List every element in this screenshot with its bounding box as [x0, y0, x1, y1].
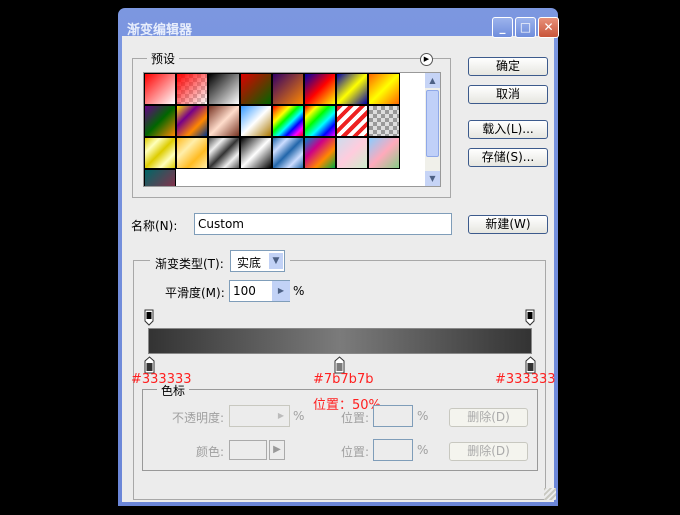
opacity-position-label: 位置: — [341, 411, 370, 425]
scroll-down-button[interactable]: ▼ — [425, 171, 440, 186]
preset-swatch[interactable] — [304, 73, 336, 105]
opacity-stop-right[interactable] — [525, 309, 535, 326]
new-button[interactable]: 新建(W) — [468, 215, 548, 234]
preset-swatch[interactable] — [368, 137, 400, 169]
annotation-right-color: #333333 — [495, 372, 556, 387]
preset-swatch[interactable] — [208, 137, 240, 169]
opacity-stop-left[interactable] — [144, 309, 154, 326]
gradient-type-label: 渐变类型(T): — [155, 257, 224, 271]
smoothness-unit: % — [293, 284, 305, 298]
preset-swatch[interactable] — [144, 169, 176, 186]
color-position-input — [373, 439, 413, 461]
preset-swatch[interactable] — [336, 73, 368, 105]
smoothness-label: 平滑度(M): — [165, 286, 225, 300]
gradient-preview-bar[interactable] — [148, 328, 532, 354]
preset-swatch[interactable] — [368, 73, 400, 105]
window-title: 渐变编辑器 — [127, 23, 193, 38]
presets-menu-icon[interactable]: ▶ — [420, 53, 433, 66]
opacity-unit: % — [293, 409, 305, 423]
color-position-unit: % — [417, 443, 429, 457]
preset-swatch[interactable] — [144, 73, 176, 105]
preset-swatch[interactable] — [144, 105, 176, 137]
annotation-left-color: #333333 — [131, 372, 192, 387]
delete-opacity-stop-button: 删除(D) — [449, 408, 528, 427]
annotation-mid-color: #7b7b7b — [313, 372, 374, 387]
opacity-label: 不透明度: — [172, 411, 225, 425]
preset-swatch[interactable] — [144, 137, 176, 169]
preset-swatch[interactable] — [176, 137, 208, 169]
preset-swatch[interactable] — [240, 105, 272, 137]
slider-arrow-icon[interactable]: ▶ — [272, 281, 290, 301]
color-position-label: 位置: — [341, 445, 370, 459]
preset-swatch[interactable] — [176, 73, 208, 105]
scroll-thumb[interactable] — [426, 90, 439, 157]
slider-arrow-icon: ▶ — [277, 411, 285, 420]
ok-button[interactable]: 确定 — [468, 57, 548, 76]
name-input[interactable] — [194, 213, 452, 235]
presets-grid — [143, 72, 441, 187]
color-label: 颜色: — [196, 445, 225, 459]
color-menu-arrow-icon: ▶ — [269, 440, 285, 460]
preset-swatch[interactable] — [240, 137, 272, 169]
preset-swatch[interactable] — [368, 105, 400, 137]
preset-swatch[interactable] — [272, 73, 304, 105]
preset-swatch[interactable] — [336, 105, 368, 137]
chevron-down-icon: ▼ — [269, 253, 283, 269]
gradient-type-value: 实底 — [237, 256, 262, 270]
preset-swatch[interactable] — [176, 105, 208, 137]
preset-swatch[interactable] — [208, 105, 240, 137]
preset-swatch[interactable] — [304, 137, 336, 169]
minimize-button[interactable]: _ — [492, 17, 513, 38]
color-swatch — [229, 440, 267, 460]
name-label: 名称(N): — [131, 219, 178, 233]
close-button[interactable]: ✕ — [538, 17, 559, 38]
smoothness-value: 100 — [233, 284, 256, 298]
resize-grip[interactable] — [544, 488, 556, 500]
preset-swatch[interactable] — [304, 105, 336, 137]
preset-swatch[interactable] — [272, 137, 304, 169]
delete-color-stop-button: 删除(D) — [449, 442, 528, 461]
preset-swatch[interactable] — [240, 73, 272, 105]
preset-swatch[interactable] — [336, 137, 368, 169]
maximize-button[interactable]: □ — [515, 17, 536, 38]
preset-swatch[interactable] — [272, 105, 304, 137]
opacity-input: ▶ — [229, 405, 290, 427]
presets-label: 预设 — [147, 50, 180, 67]
opacity-position-input — [373, 405, 413, 427]
cancel-button[interactable]: 取消 — [468, 85, 548, 104]
presets-scrollbar[interactable]: ▲ ▼ — [425, 73, 440, 186]
load-button[interactable]: 载入(L)... — [468, 120, 548, 139]
preset-swatch[interactable] — [208, 73, 240, 105]
opacity-position-unit: % — [417, 409, 429, 423]
save-button[interactable]: 存储(S)... — [468, 148, 548, 167]
smoothness-input[interactable]: 100 ▶ — [229, 280, 290, 302]
scroll-up-button[interactable]: ▲ — [425, 73, 440, 88]
gradient-type-select[interactable]: 实底 ▼ — [230, 250, 285, 272]
